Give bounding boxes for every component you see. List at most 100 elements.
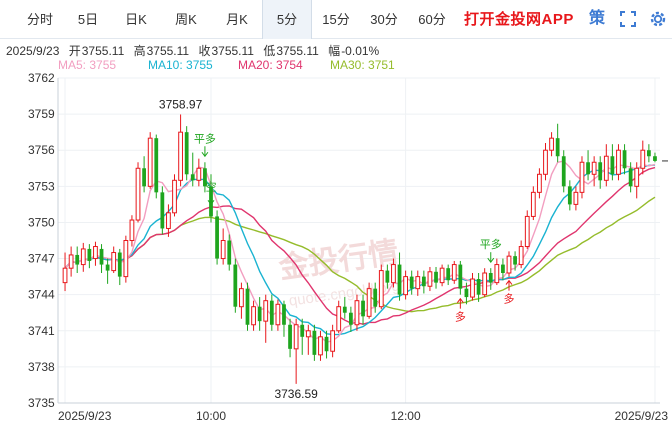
candle-body — [62, 267, 68, 284]
tab-fenshi[interactable]: 分时 — [18, 0, 62, 38]
y-tick-label: 3756 — [28, 143, 55, 157]
candle-body — [646, 150, 651, 157]
candle-body — [68, 254, 74, 269]
candle-body — [653, 156, 657, 161]
x-tick-label: 12:00 — [391, 409, 421, 423]
candle-body — [427, 271, 433, 287]
candle-body — [579, 161, 585, 193]
trade-signal-label: 平多 — [480, 237, 502, 251]
low-value: 3755.11 — [276, 44, 319, 58]
open-label: 开 — [68, 44, 81, 58]
candle-body — [391, 264, 396, 284]
y-tick-label: 3738 — [28, 360, 55, 374]
candle-body — [172, 179, 177, 214]
strategy-button[interactable]: 策 — [589, 10, 607, 28]
candle-body — [178, 131, 183, 181]
candle-body — [269, 300, 274, 325]
x-tick-label: 10:00 — [196, 409, 226, 423]
candle-body — [573, 191, 579, 205]
tab-15min[interactable]: 15分 — [314, 0, 358, 38]
candle-body — [549, 137, 554, 151]
tab-daily-k[interactable]: 日K — [114, 0, 158, 38]
open-app-link[interactable]: 打开金投网APP — [464, 0, 574, 38]
tab-60min[interactable]: 60分 — [410, 0, 454, 38]
trade-signal-label: 平多 — [194, 131, 216, 145]
tab-weekly-k[interactable]: 周K — [162, 0, 210, 38]
candle-body — [245, 288, 250, 325]
candle-body — [147, 137, 153, 187]
candle-body — [105, 264, 110, 271]
candle-body — [336, 306, 342, 332]
candle-body — [111, 252, 117, 272]
candle-body — [482, 272, 488, 296]
candle-body — [366, 288, 372, 317]
high-price-label: 3758.97 — [159, 97, 203, 111]
candle-body — [598, 162, 603, 181]
candle-body — [123, 240, 129, 278]
y-tick-label: 3753 — [28, 179, 55, 193]
tab-monthly-k[interactable]: 月K — [214, 0, 260, 38]
tab-30min[interactable]: 30分 — [362, 0, 406, 38]
candle-body — [464, 288, 469, 298]
candle-body — [154, 138, 159, 193]
tab-5min[interactable]: 5分 — [262, 0, 312, 39]
candle-body — [166, 212, 171, 229]
candle-body — [530, 191, 536, 217]
candle-body — [518, 246, 524, 266]
tab-5day[interactable]: 5日 — [66, 0, 110, 38]
candle-body — [215, 216, 219, 259]
y-tick-label: 3741 — [28, 324, 55, 338]
x-tick-label: 2025/9/23 — [615, 409, 669, 423]
candle-body — [524, 215, 530, 248]
change-value: -0.01% — [341, 44, 380, 58]
candle-body — [622, 150, 627, 169]
candle-body — [543, 149, 548, 175]
candle-body — [263, 300, 269, 322]
y-tick-label: 3750 — [28, 215, 55, 229]
candle-body — [324, 336, 329, 352]
y-tick-label: 3744 — [28, 288, 55, 302]
candle-body — [135, 167, 141, 221]
candle-body — [293, 324, 299, 350]
candle-body — [99, 248, 104, 265]
candle-body — [330, 330, 336, 352]
candle-body — [603, 155, 609, 181]
candle-body — [567, 186, 572, 205]
change-label: 幅 — [328, 44, 341, 58]
candle-body — [537, 173, 542, 193]
candle-body — [251, 306, 256, 326]
kline-chart[interactable]: 3762 3759 3756 3753 3750 3747 3744 3741 3738 3735… — [0, 70, 672, 427]
candle-body — [561, 156, 566, 187]
candle-body — [409, 276, 414, 289]
candle-body — [190, 174, 195, 181]
low-price-label: 3736.59 — [274, 387, 318, 401]
low-label: 低 — [263, 44, 276, 58]
candle-body — [616, 149, 621, 175]
candle-body — [275, 303, 281, 326]
candle-body — [300, 324, 305, 337]
candle-body — [257, 306, 262, 322]
candle-body — [640, 149, 646, 169]
candle-body — [385, 270, 390, 283]
gear-icon[interactable] — [649, 10, 667, 28]
candle-body — [220, 240, 226, 260]
candle-body — [378, 270, 384, 308]
candle-body — [312, 330, 317, 355]
candle-body — [93, 246, 98, 260]
x-tick-label: 2025/9/23 — [58, 409, 112, 423]
candle-body — [628, 168, 633, 187]
candle-body — [446, 268, 451, 281]
candle-body — [75, 254, 80, 265]
candle-body — [348, 312, 353, 325]
candle-body — [129, 219, 135, 241]
candle-body — [342, 306, 347, 313]
quote-summary: 2025/9/23 开3755.11 高3755.11 收3755.11 低37… — [6, 42, 385, 58]
candle-body — [434, 271, 438, 283]
candle-body — [506, 255, 512, 274]
candle-body — [494, 264, 500, 284]
candle-body — [591, 161, 597, 175]
candle-body — [184, 132, 189, 175]
fullscreen-icon[interactable] — [620, 11, 636, 27]
candle-body — [80, 248, 86, 266]
candle-body — [239, 288, 244, 308]
